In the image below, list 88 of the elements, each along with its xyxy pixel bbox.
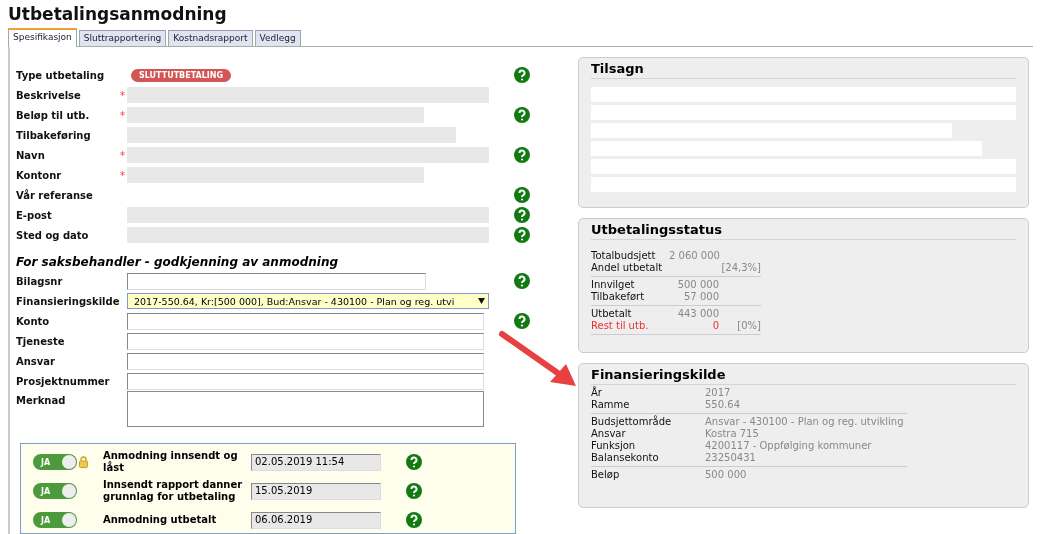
source-value: Kostra 715 xyxy=(705,428,760,440)
help-icon[interactable] xyxy=(406,454,422,470)
help-icon[interactable] xyxy=(514,107,530,123)
toggle-label: JA xyxy=(41,486,51,496)
status-value: 57 000 xyxy=(683,291,719,303)
required-mark: * xyxy=(120,109,126,121)
approval-label: Innsendt rapport danner grunnlag for utbetaling xyxy=(103,479,244,503)
field-label: Ansvar xyxy=(16,355,56,367)
status-percent: [24,3%] xyxy=(720,262,761,274)
source-value: 500 000 xyxy=(705,469,748,481)
help-icon[interactable] xyxy=(514,313,530,329)
source-label: Ramme xyxy=(591,399,631,411)
input-field[interactable] xyxy=(127,332,484,350)
status-label: Innvilget xyxy=(591,279,636,291)
toggle-label: JA xyxy=(41,457,51,467)
field-label: Navn xyxy=(16,149,46,161)
source-label: År xyxy=(591,387,603,399)
required-mark: * xyxy=(120,89,126,101)
toggle-switch[interactable]: JA xyxy=(33,512,77,528)
field-label: Sted og dato xyxy=(16,229,90,241)
caret-icon xyxy=(478,298,485,304)
approval-label: Anmodning innsendt og låst xyxy=(103,450,239,474)
tab[interactable]: Spesifikasjon xyxy=(8,28,77,47)
help-icon[interactable] xyxy=(514,273,530,289)
field-label: Beskrivelse xyxy=(16,89,82,101)
toggle-label: JA xyxy=(41,515,51,525)
field-label: E-post xyxy=(16,209,53,221)
status-label: Andel utbetalt xyxy=(591,262,664,274)
source-value: Ansvar - 430100 - Plan og reg. utvikling xyxy=(705,416,905,428)
field-label: Beløp til utb. xyxy=(16,109,91,121)
toggle-switch[interactable]: JA xyxy=(33,454,77,470)
status-value: 2 060 000 xyxy=(669,250,719,262)
date-field[interactable]: 02.05.2019 11:54 xyxy=(251,453,381,471)
approval-label: Anmodning utbetalt xyxy=(103,514,218,526)
source-label: Budsjettområde xyxy=(591,416,673,428)
field-label: Tjeneste xyxy=(16,335,66,347)
funding-source-select[interactable]: 2017-550.64, Kr:[500 000], Bud:Ansvar - 430100 - Plan og reg. utvi xyxy=(127,293,489,309)
help-icon[interactable] xyxy=(514,187,530,203)
payment-type-badge: SLUTTUTBETALING xyxy=(131,68,232,82)
section-heading: For saksbehandler - godkjenning av anmodning xyxy=(16,255,339,269)
field-label: Tilbakeføring xyxy=(16,129,92,141)
input-field[interactable] xyxy=(127,352,484,370)
toggle-switch[interactable]: JA xyxy=(33,483,77,499)
field-label: Kontonr xyxy=(16,169,63,181)
source-label: Balansekonto xyxy=(591,452,660,464)
field-label: Vår referanse xyxy=(16,189,94,201)
status-label: Rest til utb. xyxy=(591,320,650,332)
help-icon[interactable] xyxy=(514,147,530,163)
help-icon[interactable] xyxy=(514,227,530,243)
field-label: Prosjektnummer xyxy=(16,375,111,387)
required-mark: * xyxy=(120,169,126,181)
status-percent: [0%] xyxy=(736,320,761,332)
tab[interactable]: Vedlegg xyxy=(254,30,301,46)
help-icon[interactable] xyxy=(406,512,422,528)
required-mark: * xyxy=(120,149,126,161)
status-value: 0 xyxy=(711,320,719,332)
page-title: Utbetalingsanmodning xyxy=(8,4,228,26)
input-field[interactable] xyxy=(127,372,484,390)
source-value: 4200117 - Oppfølging kommuner xyxy=(705,440,873,452)
source-label: Funksjon xyxy=(591,440,637,452)
panel-title: Finansieringskilde xyxy=(591,367,1016,385)
input-field[interactable] xyxy=(127,312,484,330)
panel-title: Utbetalingsstatus xyxy=(591,222,1016,240)
help-icon[interactable] xyxy=(514,67,530,83)
help-icon[interactable] xyxy=(514,207,530,223)
date-field[interactable]: 06.06.2019 xyxy=(251,511,381,529)
input-field[interactable] xyxy=(127,272,426,290)
field-label: Konto xyxy=(16,315,51,327)
tab[interactable]: Sluttrapportering xyxy=(78,30,167,46)
tab[interactable]: Kostnadsrapport xyxy=(168,30,253,46)
status-label: Tilbakeført xyxy=(591,291,646,303)
field-label: Bilagsnr xyxy=(16,275,64,287)
remark-field[interactable] xyxy=(127,391,484,427)
source-value: 2017 xyxy=(705,387,732,399)
panel-title: Tilsagn xyxy=(591,61,1016,79)
help-icon[interactable] xyxy=(406,483,422,499)
field-label: Finansieringskilde xyxy=(16,295,120,307)
source-label: Beløp xyxy=(591,469,621,481)
status-label: Totalbudsjett xyxy=(591,250,657,262)
field-label: Type utbetaling xyxy=(16,69,106,81)
source-label: Ansvar xyxy=(591,428,627,440)
status-value: 443 000 xyxy=(676,308,719,320)
date-field[interactable]: 15.05.2019 xyxy=(251,482,381,500)
source-value: 550.64 xyxy=(705,399,741,411)
source-value: 23250431 xyxy=(705,452,757,464)
field-label: Merknad xyxy=(16,395,67,406)
status-value: 500 000 xyxy=(676,279,719,291)
status-label: Utbetalt xyxy=(591,308,633,320)
